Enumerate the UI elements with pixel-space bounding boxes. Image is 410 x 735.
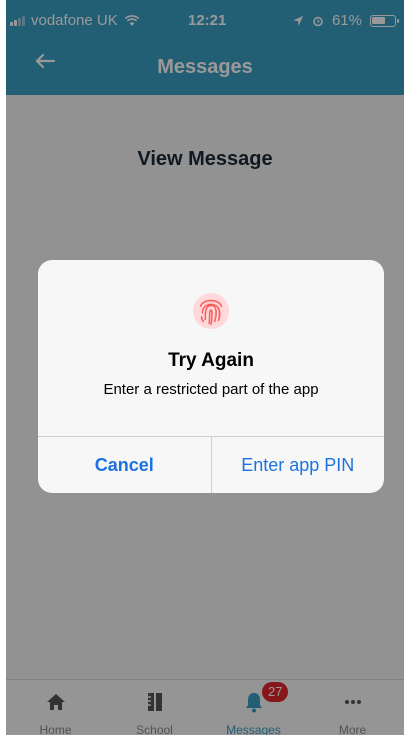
app-screen: vodafone UK 12:21 61% Messages View Mess…: [6, 0, 404, 735]
dialog-message: Enter a restricted part of the app: [103, 381, 319, 398]
dialog-actions: Cancel Enter app PIN: [38, 436, 384, 493]
enter-app-pin-button[interactable]: Enter app PIN: [212, 437, 385, 493]
touch-id-dialog: Try Again Enter a restricted part of the…: [38, 260, 384, 493]
fingerprint-icon: [192, 292, 230, 330]
cancel-button[interactable]: Cancel: [38, 437, 212, 493]
dialog-title: Try Again: [168, 350, 254, 371]
